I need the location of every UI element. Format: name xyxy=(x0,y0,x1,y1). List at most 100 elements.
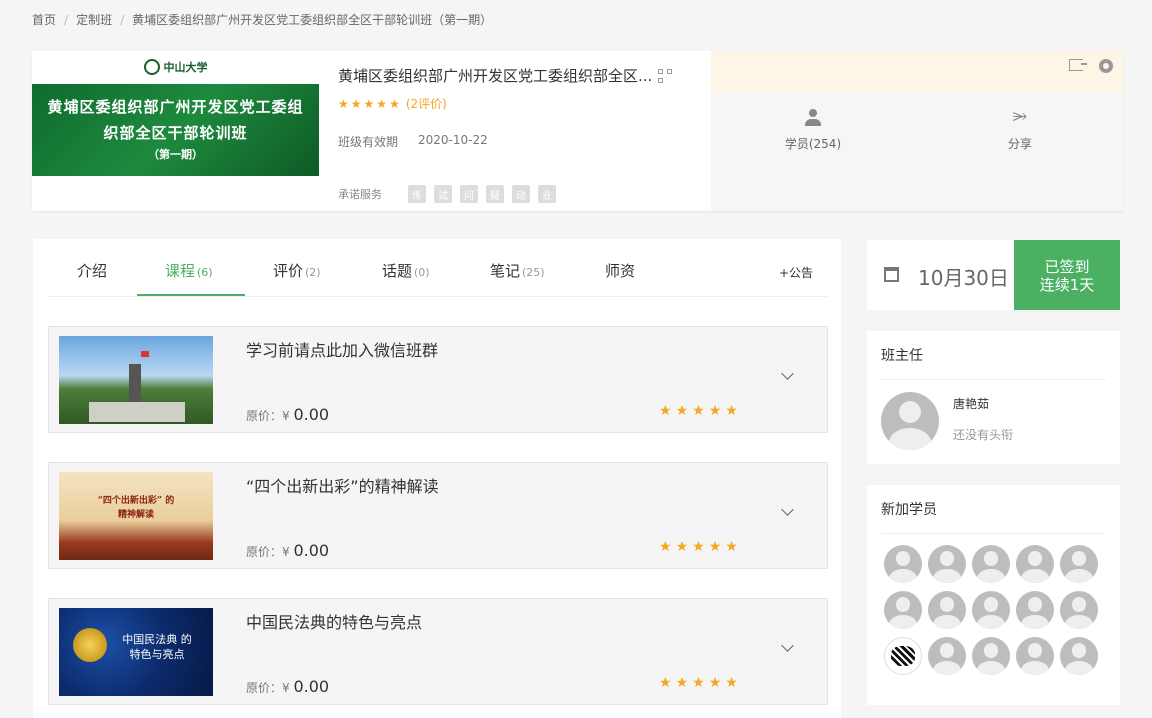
validity-value: 2020-10-22 xyxy=(418,133,488,147)
share-button[interactable]: ⭃ 分享 xyxy=(960,101,1080,152)
course-title[interactable]: 学习前请点此加入微信班群 xyxy=(246,337,438,361)
exit-icon[interactable] xyxy=(1069,59,1087,71)
share-icon: ⭃ xyxy=(1012,105,1028,126)
star-icon: ★ xyxy=(363,96,375,111)
star-icon: ★ xyxy=(708,675,722,691)
star-icon: ★ xyxy=(659,675,672,691)
student-avatar-grid xyxy=(884,545,1098,675)
cover-title-line2: 织部全区干部轮训班 xyxy=(103,124,248,142)
checkin-status: 已签到 xyxy=(1044,258,1090,276)
cover-banner: 黄埔区委组织部广州开发区党工委组 织部全区干部轮训班 （第一期） xyxy=(32,84,319,176)
checkin-card: 10月30日 已签到 连续1天 xyxy=(867,240,1120,310)
promise-badge: 动 xyxy=(512,185,530,203)
breadcrumb-separator: / xyxy=(64,12,69,27)
thumbnail-caption: 中国民法典 的特色与亮点 xyxy=(122,633,192,661)
tab-count: (6) xyxy=(197,266,213,279)
avatar[interactable] xyxy=(972,545,1010,583)
students-label: 学员(254) xyxy=(784,137,842,151)
tab-topics[interactable]: 话题 (0) xyxy=(382,260,430,281)
course-item[interactable]: 中国民法典 的特色与亮点 中国民法典的特色与亮点 原价：¥ 0.00 ★ ★ ★… xyxy=(48,598,828,705)
teacher-name[interactable]: 唐艳茹 xyxy=(953,395,989,412)
checkin-button[interactable]: 已签到 连续1天 xyxy=(1014,240,1120,310)
avatar[interactable] xyxy=(1060,545,1098,583)
promise-badge: 试 xyxy=(434,185,452,203)
cover-title-line1: 黄埔区委组织部广州开发区党工委组 xyxy=(47,98,304,116)
avatar[interactable] xyxy=(972,637,1010,675)
price-value: 0.00 xyxy=(293,541,330,560)
avatar[interactable] xyxy=(1060,591,1098,629)
avatar[interactable] xyxy=(1060,637,1098,675)
course-item[interactable]: “四个出新出彩” 的精神解读 “四个出新出彩”的精神解读 原价：¥ 0.00 ★… xyxy=(48,462,828,569)
validity-label: 班级有效期 xyxy=(338,135,399,149)
star-icon: ★ xyxy=(376,96,388,111)
avatar[interactable] xyxy=(1016,637,1054,675)
university-seal-icon xyxy=(143,59,160,75)
breadcrumb: 首页 / 定制班 / 黄埔区委组织部广州开发区党工委组织部全区干部轮训班（第一期… xyxy=(32,11,492,28)
chevron-down-icon[interactable] xyxy=(781,503,794,516)
avatar[interactable] xyxy=(972,591,1010,629)
star-icon: ★ xyxy=(659,403,672,419)
breadcrumb-section[interactable]: 定制班 xyxy=(76,11,112,28)
breadcrumb-home[interactable]: 首页 xyxy=(32,11,56,28)
star-icon: ★ xyxy=(725,539,738,555)
tab-count: (25) xyxy=(522,266,545,279)
class-title: 黄埔区委组织部广州开发区党工委组织部全区... xyxy=(338,65,673,86)
user-icon xyxy=(805,109,821,127)
avatar[interactable] xyxy=(881,392,939,450)
course-rating: ★ ★ ★ ★ ★ xyxy=(659,539,738,555)
avatar[interactable] xyxy=(928,545,966,583)
teacher-title: 还没有头衔 xyxy=(953,428,1014,442)
avatar[interactable] xyxy=(928,591,966,629)
promise-badge: 疑 xyxy=(486,185,504,203)
chevron-down-icon[interactable] xyxy=(781,639,794,652)
star-icon: ★ xyxy=(675,539,689,555)
star-icon: ★ xyxy=(659,539,672,555)
tab-label: 介绍 xyxy=(77,262,108,280)
thumbnail-caption: “四个出新出彩” 的精神解读 xyxy=(97,496,175,520)
avatar[interactable] xyxy=(884,637,922,675)
tab-label: 话题 xyxy=(382,262,413,280)
star-icon: ★ xyxy=(708,403,722,419)
star-icon: ★ xyxy=(338,96,349,111)
tab-count: (2) xyxy=(305,266,321,279)
rating-count[interactable]: (2评价) xyxy=(406,95,447,112)
course-title[interactable]: “四个出新出彩”的精神解读 xyxy=(246,473,439,497)
checkin-streak: 连续1天 xyxy=(1039,276,1095,294)
class-validity: 班级有效期 2020-10-22 xyxy=(338,133,488,150)
promise-badge: 业 xyxy=(538,185,556,203)
qrcode-icon[interactable] xyxy=(658,68,673,83)
course-price: 原价：¥ 0.00 xyxy=(246,541,329,560)
panel-heading: 新加学员 xyxy=(881,499,1106,534)
price-value: 0.00 xyxy=(293,677,330,696)
add-notice-button[interactable]: +公告 xyxy=(779,264,813,281)
avatar[interactable] xyxy=(928,637,966,675)
tab-label: 师资 xyxy=(605,262,636,280)
course-title[interactable]: 中国民法典的特色与亮点 xyxy=(246,609,422,633)
tab-courses[interactable]: 课程 (6) xyxy=(165,260,213,281)
class-title-text: 黄埔区委组织部广州开发区党工委组织部全区... xyxy=(338,67,653,85)
tab-intro[interactable]: 介绍 xyxy=(77,260,109,281)
tab-notes[interactable]: 笔记 (25) xyxy=(490,260,545,281)
avatar[interactable] xyxy=(1016,591,1054,629)
price-label: 原价：¥ xyxy=(246,545,290,559)
avatar[interactable] xyxy=(1016,545,1054,583)
tab-teachers[interactable]: 师资 xyxy=(605,260,637,281)
course-rating: ★ ★ ★ ★ ★ xyxy=(659,675,738,691)
avatar[interactable] xyxy=(884,591,922,629)
police-emblem-icon xyxy=(73,628,107,662)
star-icon: ★ xyxy=(692,675,705,691)
calendar-icon xyxy=(884,267,899,282)
university-logo: 中山大学 xyxy=(32,59,319,75)
breadcrumb-current: 黄埔区委组织部广州开发区党工委组织部全区干部轮训班（第一期） xyxy=(132,13,493,27)
promise-label: 承诺服务 xyxy=(338,188,382,201)
gear-icon[interactable] xyxy=(1099,59,1113,73)
class-info: 黄埔区委组织部广州开发区党工委组织部全区... ★ ★ ★ ★ ★ (2评价) … xyxy=(338,51,710,211)
tab-reviews[interactable]: 评价 (2) xyxy=(273,260,321,281)
star-icon: ★ xyxy=(675,675,689,691)
course-thumbnail xyxy=(59,336,213,424)
students-button[interactable]: 学员(254) xyxy=(753,101,873,152)
course-item[interactable]: 学习前请点此加入微信班群 原价：¥ 0.00 ★ ★ ★ ★ ★ xyxy=(48,326,828,433)
chevron-down-icon[interactable] xyxy=(781,367,794,380)
tab-label: 课程 xyxy=(165,262,196,280)
avatar[interactable] xyxy=(884,545,922,583)
